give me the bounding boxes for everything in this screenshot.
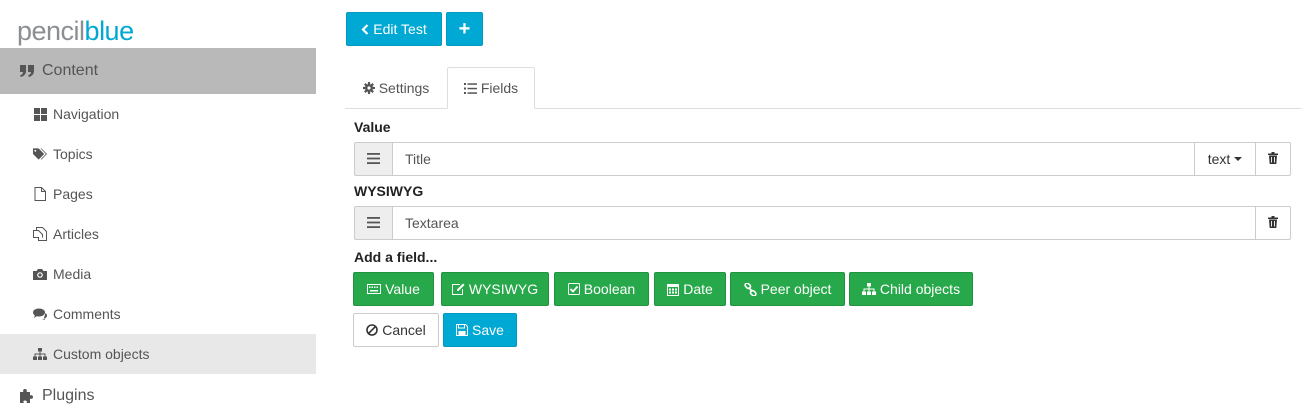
edit-icon (451, 283, 465, 295)
files-icon (33, 227, 47, 241)
logo-text-blue: blue (84, 16, 135, 46)
bars-icon (367, 151, 380, 167)
add-field-heading: Add a field... (354, 249, 438, 265)
ban-icon (366, 324, 379, 336)
field-heading: Value (354, 119, 391, 135)
add-button[interactable]: + (446, 12, 483, 46)
sidebar-item-custom-objects[interactable]: Custom objects (0, 334, 316, 374)
delete-field-button[interactable] (1255, 207, 1290, 239)
bars-icon (367, 215, 380, 231)
field-name-input[interactable]: Textarea (393, 207, 1255, 239)
camera-icon (33, 268, 47, 280)
field-row-title: Title text (354, 142, 1291, 176)
sidebar-item-pages[interactable]: Pages (0, 174, 316, 214)
add-peer-object-label: Peer object (760, 281, 832, 297)
edit-test-label: Edit Test (373, 21, 427, 37)
sidebar-item-label: Plugins (42, 387, 95, 404)
add-value-field-button[interactable]: Value (353, 272, 434, 306)
calendar-icon (667, 283, 680, 296)
chevron-left-icon (361, 23, 369, 35)
logo-text-pencil: pencil (17, 16, 85, 46)
plus-icon: + (458, 17, 471, 40)
save-label: Save (472, 322, 504, 338)
add-wysiwyg-label: WYSIWYG (468, 281, 539, 297)
add-date-field-button[interactable]: Date (654, 272, 726, 306)
add-wysiwyg-field-button[interactable]: WYSIWYG (441, 272, 549, 306)
field-heading: WYSIWYG (354, 183, 424, 199)
logo[interactable]: pencilblue (17, 14, 134, 48)
add-boolean-field-button[interactable]: Boolean (554, 272, 649, 306)
sitemap-icon (33, 348, 47, 360)
drag-handle[interactable] (355, 143, 393, 175)
tab-settings-label: Settings (378, 80, 430, 96)
puzzle-icon (18, 388, 36, 404)
drag-handle[interactable] (355, 207, 393, 239)
cancel-button[interactable]: Cancel (353, 313, 439, 347)
sidebar-item-label: Custom objects (53, 346, 150, 362)
trash-icon (1268, 215, 1278, 231)
floppy-disk-icon (456, 324, 469, 336)
cancel-label: Cancel (382, 322, 426, 338)
sidebar-item-comments[interactable]: Comments (0, 294, 316, 334)
sidebar-item-topics[interactable]: Topics (0, 134, 316, 174)
list-icon (463, 82, 477, 94)
sidebar-item-label: Comments (53, 306, 121, 322)
add-peer-object-field-button[interactable]: Peer object (730, 272, 845, 306)
tab-fields-label: Fields (480, 80, 519, 96)
add-child-objects-field-button[interactable]: Child objects (849, 272, 973, 306)
tab-fields[interactable]: Fields (447, 67, 535, 109)
field-row-textarea: Textarea (354, 206, 1291, 240)
tags-icon (33, 147, 47, 161)
th-large-icon (33, 107, 47, 121)
sidebar-item-label: Articles (53, 226, 99, 242)
sidebar-item-content[interactable]: Content (0, 48, 316, 94)
add-value-label: Value (385, 281, 420, 297)
sidebar-item-navigation[interactable]: Navigation (0, 94, 316, 134)
sidebar-item-label: Media (53, 266, 92, 282)
gear-icon (362, 82, 375, 94)
sidebar-item-articles[interactable]: Articles (0, 214, 316, 254)
trash-icon (1268, 151, 1278, 167)
sidebar-item-label: Pages (53, 186, 93, 202)
add-date-label: Date (683, 281, 713, 297)
file-icon (33, 187, 47, 201)
sidebar-item-label: Navigation (53, 106, 120, 122)
sidebar-item-media[interactable]: Media (0, 254, 316, 294)
sidebar: pencilblue Content Navigation Topics Pag… (0, 0, 316, 414)
check-square-icon (567, 283, 580, 295)
add-child-objects-label: Child objects (879, 281, 961, 297)
field-name-input[interactable]: Title (393, 143, 1194, 175)
sidebar-item-label: Topics (53, 146, 93, 162)
caret-down-icon (1234, 157, 1243, 161)
tab-settings[interactable]: Settings (348, 67, 444, 109)
quote-icon (18, 64, 36, 78)
save-button[interactable]: Save (443, 313, 517, 347)
field-type-label: text (1207, 151, 1231, 167)
keyboard-icon (367, 284, 382, 294)
edit-test-button[interactable]: Edit Test (346, 12, 442, 46)
field-type-dropdown[interactable]: text (1194, 143, 1255, 175)
sidebar-item-label: Content (42, 62, 99, 79)
sidebar-item-plugins[interactable]: Plugins (0, 374, 316, 414)
delete-field-button[interactable] (1255, 143, 1290, 175)
link-icon (743, 282, 757, 296)
sitemap-icon (861, 283, 876, 295)
add-boolean-label: Boolean (583, 281, 636, 297)
comments-icon (33, 308, 47, 320)
